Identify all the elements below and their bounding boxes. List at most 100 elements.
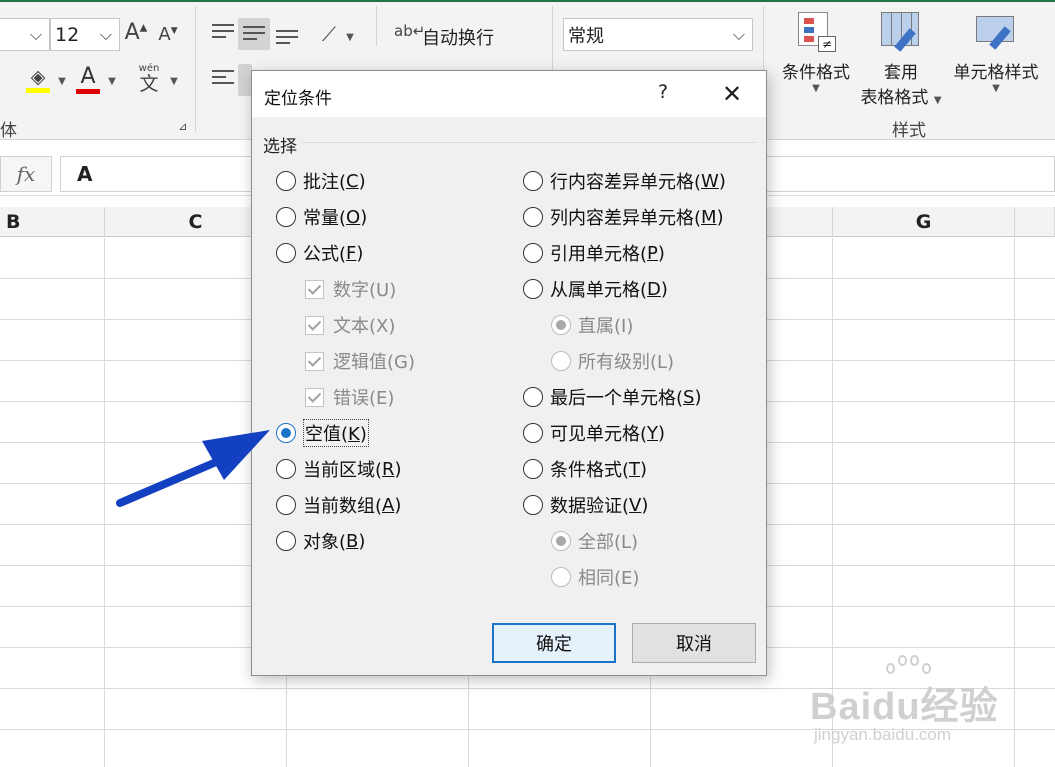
option-label-suffix: ) <box>658 422 666 444</box>
option-label: 从属单元格( <box>550 280 648 301</box>
align-left-icon[interactable] <box>212 70 234 88</box>
format-as-table-label-text: 表格格式 <box>860 88 929 108</box>
option-label-suffix: ) <box>640 458 648 480</box>
ok-button[interactable]: 确定 <box>492 623 616 663</box>
wrap-text-label[interactable]: 自动换行 <box>422 24 494 50</box>
radio-current-region[interactable] <box>276 459 296 479</box>
insert-function-button[interactable]: fx <box>0 156 52 192</box>
option-label: 引用单元格( <box>550 244 648 265</box>
option-label: 当前区域( <box>303 460 383 481</box>
option-label: 全部(L) <box>578 532 639 553</box>
cell-styles-button[interactable]: 单元格样式 ▼ <box>948 10 1044 94</box>
option-data-validation[interactable]: 数据验证(V) <box>523 490 648 520</box>
conditional-format-icon: ≠ <box>794 10 838 54</box>
cell-styles-icon <box>974 10 1018 54</box>
column-header-h[interactable] <box>1015 207 1055 237</box>
column-label: C <box>188 210 203 233</box>
option-label-suffix: ) <box>394 494 402 516</box>
number-format-dropdown[interactable]: 常规 ⌵ <box>563 18 753 51</box>
dialog-title-bar[interactable]: 定位条件 ? ✕ <box>252 71 766 117</box>
option-accesskey: P <box>647 242 658 264</box>
radio-objects[interactable] <box>276 531 296 551</box>
radio-constants[interactable] <box>276 207 296 227</box>
cancel-button[interactable]: 取消 <box>632 623 756 663</box>
baidu-watermark: Baidu经验 jingyan.baidu.com <box>810 655 1010 755</box>
option-label-suffix: ) <box>694 386 702 408</box>
column-header-b[interactable]: B <box>0 207 105 237</box>
radio-comments[interactable] <box>276 171 296 191</box>
radio-formulas[interactable] <box>276 243 296 263</box>
option-constants[interactable]: 常量(O) <box>276 202 367 232</box>
option-dependents[interactable]: 从属单元格(D) <box>523 274 668 304</box>
font-color-dropdown-icon[interactable]: ▼ <box>106 76 118 87</box>
option-label: 常量( <box>303 208 347 229</box>
option-conditional-formats[interactable]: 条件格式(T) <box>523 454 647 484</box>
radio-row-differences[interactable] <box>523 171 543 191</box>
radio-dependents[interactable] <box>523 279 543 299</box>
option-label: 最后一个单元格( <box>550 388 684 409</box>
decrease-font-size-icon[interactable]: A▼ <box>156 24 180 45</box>
option-label: 所有级别(L) <box>578 352 675 373</box>
option-row-differences[interactable]: 行内容差异单元格(W) <box>523 166 726 196</box>
option-current-region[interactable]: 当前区域(R) <box>276 454 402 484</box>
font-color-icon[interactable]: A <box>74 64 102 94</box>
fill-color-dropdown-icon[interactable]: ▼ <box>56 76 68 87</box>
font-size-value: 12 <box>55 23 80 46</box>
align-center-button[interactable] <box>238 64 252 96</box>
wrap-text-icon[interactable]: ab↵ <box>394 22 425 40</box>
option-validation-same: 相同(E) <box>551 562 639 592</box>
fill-color-icon[interactable]: ◈ <box>24 66 52 93</box>
option-last-cell[interactable]: 最后一个单元格(S) <box>523 382 702 412</box>
option-label: 行内容差异单元格( <box>550 172 702 193</box>
radio-visible-cells[interactable] <box>523 423 543 443</box>
font-name-dropdown[interactable]: ⌵ <box>0 18 50 51</box>
dialog-title: 定位条件 <box>264 89 332 109</box>
option-accesskey: C <box>346 170 359 192</box>
radio-last-cell[interactable] <box>523 387 543 407</box>
option-label-suffix: ) <box>716 206 724 228</box>
option-column-differences[interactable]: 列内容差异单元格(M) <box>523 202 724 232</box>
option-accesskey: W <box>701 170 719 192</box>
help-button[interactable]: ? <box>650 81 676 107</box>
phonetic-guide-icon[interactable]: wén 文 <box>132 64 166 95</box>
conditional-format-button[interactable]: ≠ 条件格式 ▼ <box>776 10 856 94</box>
align-bottom-icon[interactable] <box>276 30 298 48</box>
orientation-dropdown-icon[interactable]: ▼ <box>344 32 356 43</box>
radio-conditional-formats[interactable] <box>523 459 543 479</box>
option-current-array[interactable]: 当前数组(A) <box>276 490 401 520</box>
radio-validation-same <box>551 567 571 587</box>
radio-data-validation[interactable] <box>523 495 543 515</box>
align-top-icon[interactable] <box>212 24 234 42</box>
option-blanks[interactable]: 空值(K) <box>276 418 369 448</box>
column-header-g[interactable]: G <box>833 207 1015 237</box>
option-label: 文本(X) <box>333 316 396 337</box>
align-middle-button[interactable] <box>238 18 270 50</box>
option-label-suffix: ) <box>359 424 367 445</box>
column-label: G <box>915 210 932 233</box>
conditional-format-label: 条件格式 <box>782 63 850 83</box>
option-comments[interactable]: 批注(C) <box>276 166 366 196</box>
option-precedents[interactable]: 引用单元格(P) <box>523 238 665 268</box>
option-visible-cells[interactable]: 可见单元格(Y) <box>523 418 665 448</box>
option-accesskey: V <box>629 494 642 516</box>
option-direct-only: 直属(I) <box>551 310 633 340</box>
option-label-suffix: ) <box>356 242 364 264</box>
font-size-dropdown[interactable]: 12 ⌵ <box>50 18 120 51</box>
radio-column-differences[interactable] <box>523 207 543 227</box>
orientation-icon[interactable]: ⟋ <box>316 22 342 46</box>
option-label: 逻辑值(G) <box>333 352 415 373</box>
dialog-launcher-icon[interactable]: ⊿ <box>176 120 190 133</box>
close-button[interactable]: ✕ <box>714 79 750 109</box>
radio-precedents[interactable] <box>523 243 543 263</box>
phonetic-dropdown-icon[interactable]: ▼ <box>168 76 180 87</box>
radio-current-array[interactable] <box>276 495 296 515</box>
align-middle-icon <box>243 26 265 44</box>
increase-font-size-icon[interactable]: A▲ <box>124 20 148 45</box>
radio-blanks[interactable] <box>276 423 296 443</box>
go-to-special-dialog: 定位条件 ? ✕ 选择 批注(C) 常量(O) 公式(F) 数字(U) 文本(X… <box>251 70 767 676</box>
format-as-table-button[interactable]: 套用 表格格式 ▼ <box>856 10 946 108</box>
option-formulas[interactable]: 公式(F) <box>276 238 363 268</box>
option-label: 批注( <box>303 172 347 193</box>
cell-styles-label: 单元格样式 <box>953 63 1039 83</box>
option-objects[interactable]: 对象(B) <box>276 526 365 556</box>
